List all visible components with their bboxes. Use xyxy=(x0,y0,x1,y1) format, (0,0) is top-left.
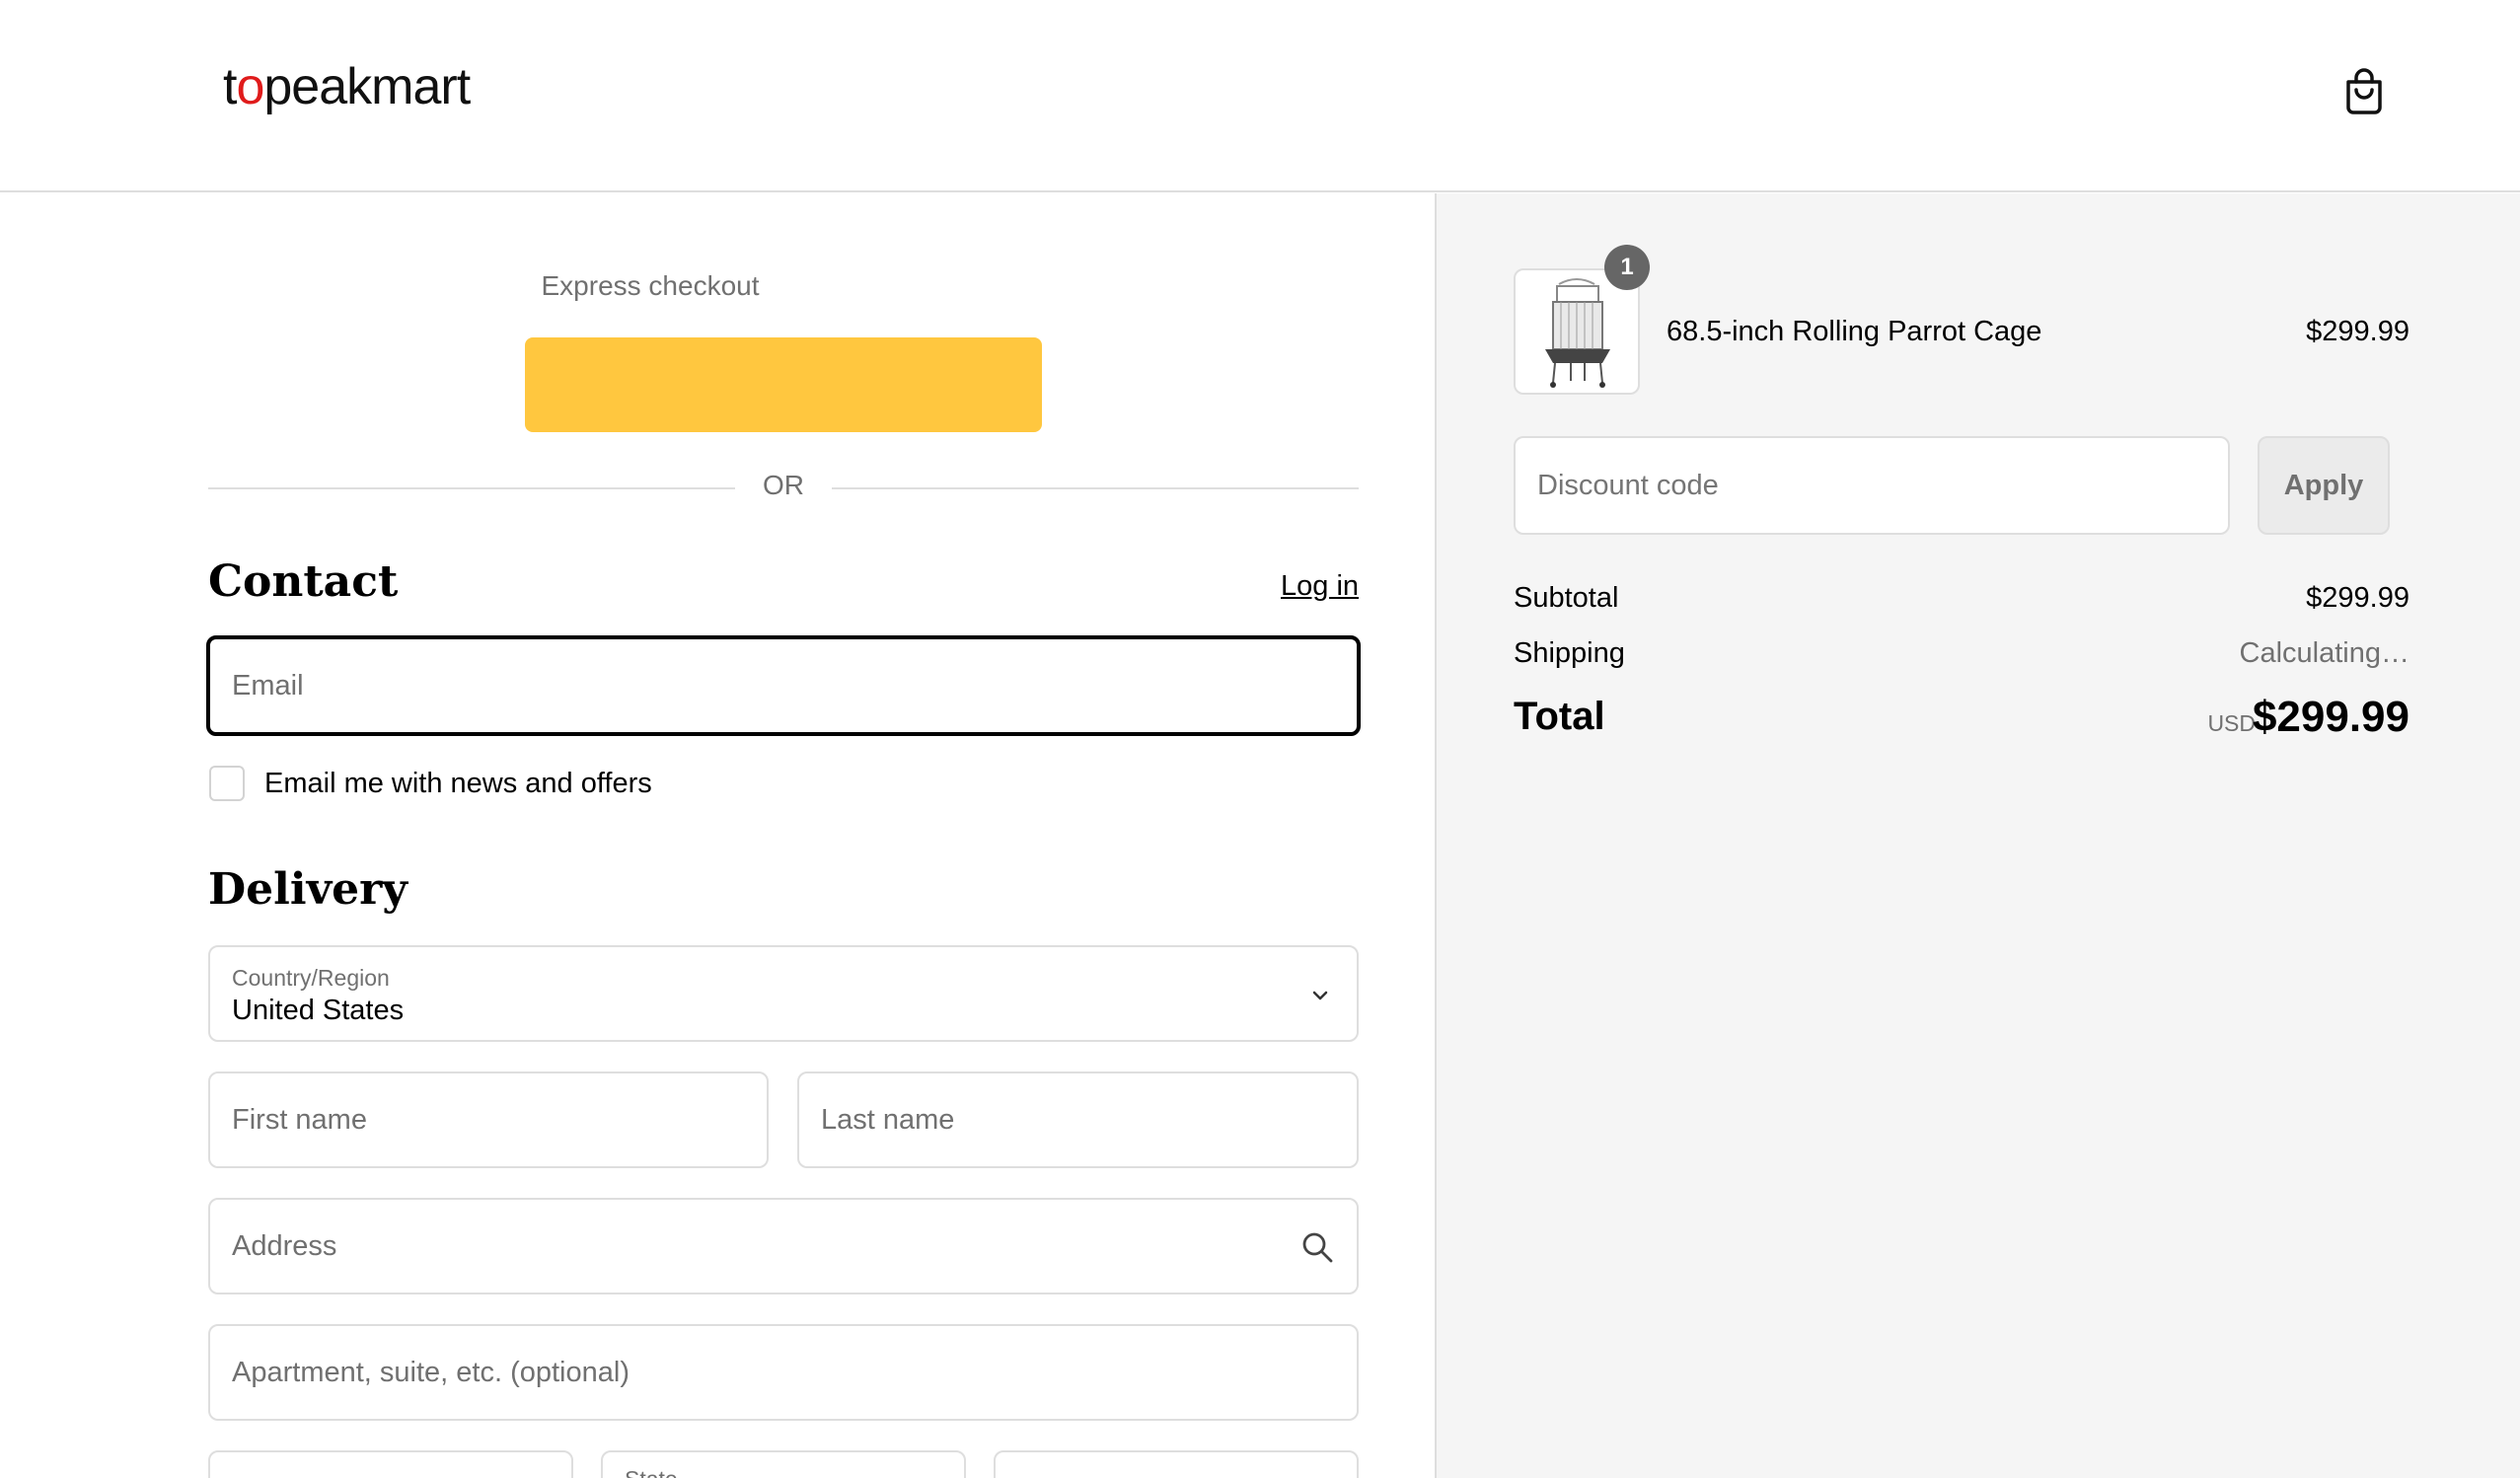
apartment-input[interactable] xyxy=(210,1326,1357,1419)
or-divider: OR xyxy=(208,468,1359,507)
login-link[interactable]: Log in xyxy=(1281,570,1359,603)
address-field[interactable] xyxy=(208,1198,1359,1294)
address-input[interactable] xyxy=(210,1200,1357,1293)
checkout-form-panel: Express checkout OR Contact Log in Email… xyxy=(0,193,1435,1478)
country-value: United States xyxy=(232,995,405,1026)
discount-code-field[interactable] xyxy=(1514,436,2230,535)
subtotal-value: $299.99 xyxy=(2306,582,2409,614)
express-checkout-title: Express checkout xyxy=(541,270,760,301)
divider-line-left xyxy=(208,487,735,489)
state-select[interactable]: State xyxy=(601,1450,966,1478)
first-name-field[interactable] xyxy=(208,1072,769,1168)
header: topeakmart xyxy=(0,0,2520,192)
store-logo[interactable]: topeakmart xyxy=(223,57,471,116)
currency-code: USD xyxy=(2207,710,2256,736)
country-label: Country/Region xyxy=(232,965,390,991)
last-name-field[interactable] xyxy=(797,1072,1359,1168)
logo-text-o: o xyxy=(236,58,264,115)
shipping-label: Shipping xyxy=(1514,637,1625,669)
total-value: $299.99 xyxy=(2252,693,2409,741)
shopping-bag-icon[interactable] xyxy=(2340,65,2388,116)
subtotal-label: Subtotal xyxy=(1514,582,1619,614)
logo-text-suffix: peakmart xyxy=(263,58,471,115)
express-pay-button[interactable] xyxy=(525,337,1042,432)
product-name: 68.5-inch Rolling Parrot Cage xyxy=(1667,316,2042,347)
chevron-down-icon xyxy=(1312,991,1328,1000)
quantity-badge: 1 xyxy=(1604,245,1650,290)
search-icon[interactable] xyxy=(1299,1229,1335,1265)
logo-text-prefix: t xyxy=(223,58,237,115)
state-label: State xyxy=(625,1466,678,1478)
discount-code-input[interactable] xyxy=(1516,438,2228,533)
email-field[interactable] xyxy=(206,635,1361,736)
divider-line-right xyxy=(832,487,1359,489)
express-checkout-title-wrap: Express checkout xyxy=(0,270,1434,302)
city-field[interactable] xyxy=(208,1450,573,1478)
first-name-input[interactable] xyxy=(210,1073,767,1166)
order-summary-panel: 1 68.5-inch Rolling Parrot Cage $299.99 … xyxy=(1435,193,2520,1478)
country-select[interactable]: Country/Region United States xyxy=(208,945,1359,1042)
last-name-input[interactable] xyxy=(799,1073,1357,1166)
apartment-field[interactable] xyxy=(208,1324,1359,1421)
email-input[interactable] xyxy=(210,639,1357,732)
total-label: Total xyxy=(1514,695,1605,738)
newsletter-checkbox[interactable] xyxy=(209,766,245,801)
shipping-value: Calculating… xyxy=(2239,637,2409,669)
zip-field[interactable] xyxy=(994,1450,1359,1478)
newsletter-label: Email me with news and offers xyxy=(264,768,652,799)
or-text: OR xyxy=(763,470,804,500)
delivery-title: Delivery xyxy=(208,864,408,915)
apply-discount-button[interactable]: Apply xyxy=(2258,436,2390,535)
contact-title: Contact xyxy=(208,556,399,607)
product-price: $299.99 xyxy=(2306,316,2409,347)
